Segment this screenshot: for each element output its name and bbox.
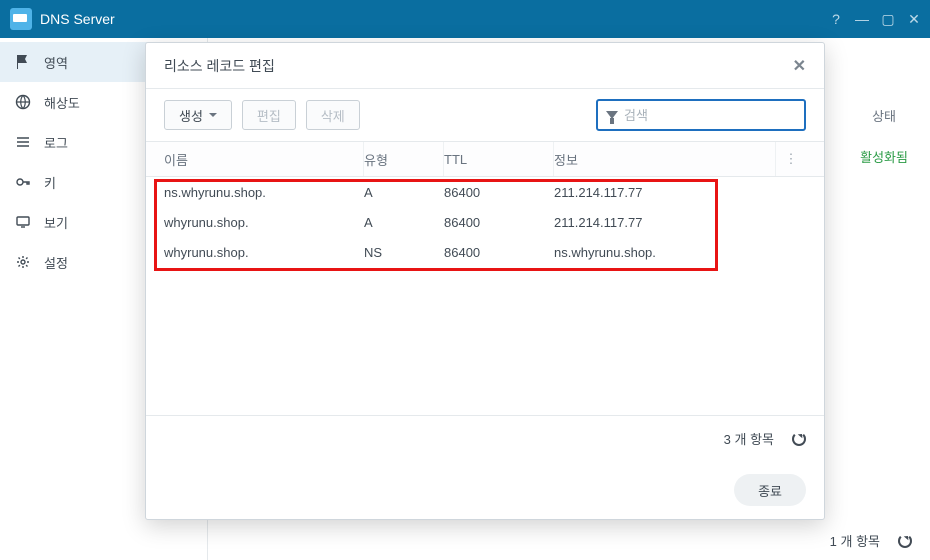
close-window-icon[interactable]: ✕ [908, 13, 920, 25]
chevron-down-icon [209, 113, 217, 117]
help-icon[interactable]: ? [830, 13, 842, 25]
flag-icon [14, 54, 32, 70]
cell-type: NS [364, 245, 444, 260]
refresh-icon[interactable] [898, 534, 912, 548]
status-value: 활성화됨 [860, 133, 908, 166]
edit-button[interactable]: 편집 [242, 100, 296, 130]
close-icon[interactable]: ✕ [793, 56, 806, 76]
gear-icon [14, 254, 32, 270]
table-header: 이름 유형 TTL 정보 ⋮ [146, 141, 824, 177]
col-name[interactable]: 이름 [164, 142, 364, 176]
table-body: ns.whyrunu.shop. A 86400 211.214.117.77 … [146, 177, 824, 415]
cell-name: ns.whyrunu.shop. [164, 185, 364, 200]
minimize-icon[interactable]: — [856, 13, 868, 25]
delete-button-label: 삭제 [321, 106, 345, 125]
main-item-count: 1 개 항목 [830, 531, 880, 550]
app-titlebar: DNS Server ? — ▢ ✕ [0, 0, 930, 38]
cell-name: whyrunu.shop. [164, 245, 364, 260]
cell-ttl: 86400 [444, 185, 554, 200]
column-options-icon[interactable]: ⋮ [776, 151, 806, 167]
globe-icon [14, 94, 32, 110]
sidebar-item-label: 로그 [44, 133, 68, 152]
sidebar-item-label: 영역 [44, 53, 68, 72]
cell-name: whyrunu.shop. [164, 215, 364, 230]
create-button-label: 생성 [179, 106, 203, 125]
cell-info: 211.214.117.77 [554, 185, 776, 200]
app-title: DNS Server [40, 11, 115, 27]
key-icon [14, 174, 32, 190]
sidebar-item-label: 키 [44, 173, 56, 192]
table-row[interactable]: ns.whyrunu.shop. A 86400 211.214.117.77 [146, 177, 824, 207]
list-icon [14, 134, 32, 150]
cell-info: ns.whyrunu.shop. [554, 245, 776, 260]
dns-server-icon [10, 8, 32, 30]
search-field[interactable] [596, 99, 806, 131]
filter-icon [606, 111, 618, 119]
cell-type: A [364, 215, 444, 230]
col-type[interactable]: 유형 [364, 142, 444, 176]
refresh-icon[interactable] [792, 432, 806, 446]
modal-item-count: 3 개 항목 [724, 429, 774, 448]
modal-title: 리소스 레코드 편집 [164, 56, 275, 76]
table-row[interactable]: whyrunu.shop. A 86400 211.214.117.77 [146, 207, 824, 237]
sidebar-item-label: 해상도 [44, 93, 80, 112]
cell-type: A [364, 185, 444, 200]
table-row[interactable]: whyrunu.shop. NS 86400 ns.whyrunu.shop. [146, 237, 824, 267]
col-info[interactable]: 정보 [554, 142, 776, 176]
col-ttl[interactable]: TTL [444, 142, 554, 176]
status-column-header: 상태 [850, 98, 918, 133]
cell-info: 211.214.117.77 [554, 215, 776, 230]
sidebar-item-label: 설정 [44, 253, 68, 272]
close-button[interactable]: 종료 [734, 474, 806, 506]
maximize-icon[interactable]: ▢ [882, 13, 894, 25]
display-icon [14, 214, 32, 230]
resource-record-edit-modal: 리소스 레코드 편집 ✕ 생성 편집 삭제 이름 유형 TTL 정보 ⋮ ns.… [145, 42, 825, 520]
search-input[interactable] [624, 108, 800, 123]
edit-button-label: 편집 [257, 106, 281, 125]
sidebar-item-label: 보기 [44, 213, 68, 232]
create-button[interactable]: 생성 [164, 100, 232, 130]
cell-ttl: 86400 [444, 245, 554, 260]
window-controls: ? — ▢ ✕ [830, 13, 920, 25]
delete-button[interactable]: 삭제 [306, 100, 360, 130]
cell-ttl: 86400 [444, 215, 554, 230]
